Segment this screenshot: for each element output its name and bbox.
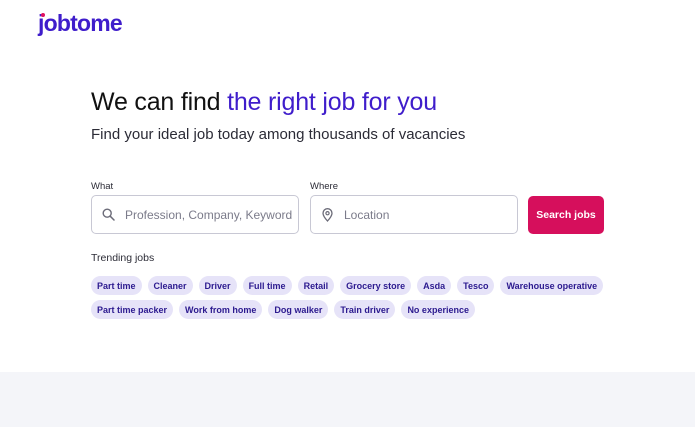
- what-input[interactable]: Profession, Company, Keyword: [91, 195, 299, 234]
- hero-subtitle: Find your ideal job today among thousand…: [91, 126, 466, 143]
- trending-chips-row-2: Part time packer Work from home Dog walk…: [91, 300, 611, 319]
- trending-chip[interactable]: No experience: [401, 300, 475, 319]
- trending-chip[interactable]: Cleaner: [147, 276, 193, 295]
- trending-chip[interactable]: Tesco: [457, 276, 495, 295]
- hero-title-plain: We can find: [91, 88, 228, 116]
- where-placeholder: Location: [344, 207, 390, 222]
- trending-chip[interactable]: Train driver: [334, 300, 396, 319]
- trending-jobs-title: Trending jobs: [91, 252, 155, 264]
- trending-chip[interactable]: Retail: [297, 276, 335, 295]
- hero-title-accent: the right job for you: [227, 88, 437, 116]
- trending-chip[interactable]: Dog walker: [268, 300, 329, 319]
- trending-chips-row-1: Part time Cleaner Driver Full time Retai…: [91, 276, 611, 295]
- what-label: What: [91, 181, 114, 192]
- trending-chip[interactable]: Part time packer: [91, 300, 174, 319]
- where-label: Where: [310, 181, 338, 192]
- logo[interactable]: jobtome: [38, 10, 123, 37]
- footer-band: [0, 372, 695, 427]
- search-icon: [92, 208, 125, 221]
- trending-chip[interactable]: Warehouse operative: [500, 276, 604, 295]
- trending-chip[interactable]: Grocery store: [340, 276, 412, 295]
- logo-dot: [41, 13, 45, 17]
- trending-chip[interactable]: Part time: [91, 276, 142, 295]
- location-pin-icon: [311, 207, 344, 222]
- search-jobs-button[interactable]: Search jobs: [528, 196, 604, 234]
- trending-chip[interactable]: Driver: [198, 276, 237, 295]
- hero-title: We can find the right job for you: [91, 88, 437, 117]
- trending-chip[interactable]: Work from home: [179, 300, 263, 319]
- trending-chip[interactable]: Asda: [417, 276, 452, 295]
- what-placeholder: Profession, Company, Keyword: [125, 207, 293, 222]
- trending-chip[interactable]: Full time: [242, 276, 292, 295]
- logo-text: jobtome: [38, 10, 123, 36]
- where-input[interactable]: Location: [310, 195, 518, 234]
